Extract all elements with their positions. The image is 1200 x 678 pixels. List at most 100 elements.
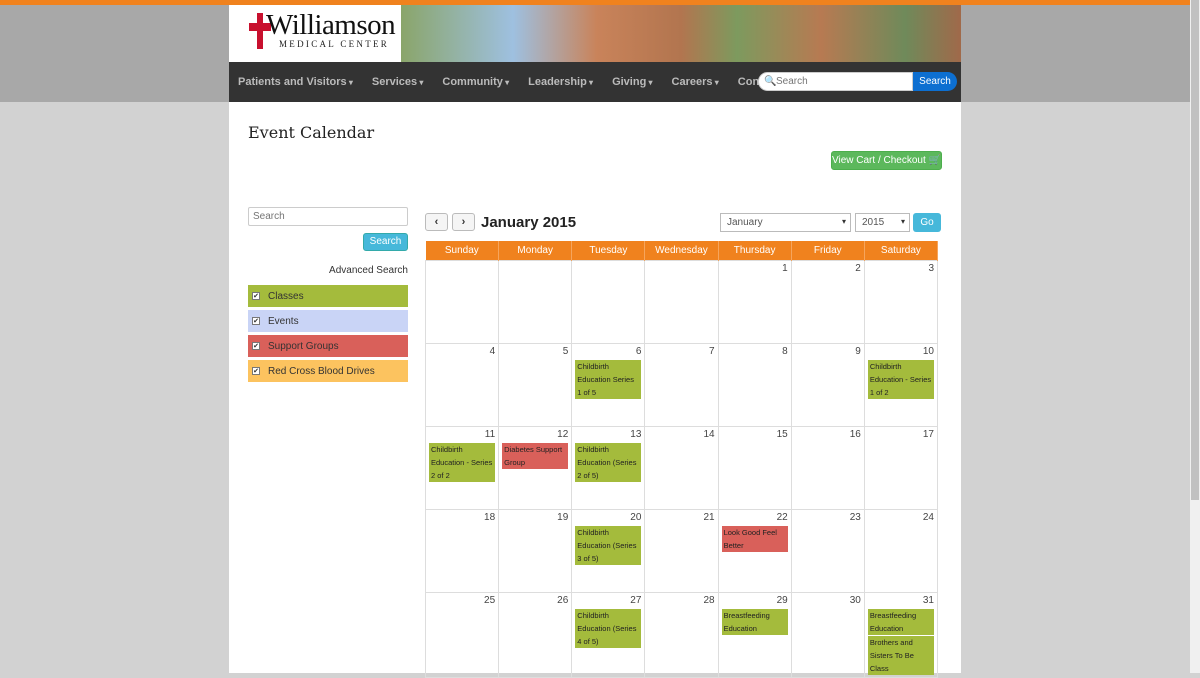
day-cell[interactable]: 19 (498, 508, 573, 593)
day-cell[interactable]: 11 Childbirth Education - Series 2 of 2 (424, 425, 500, 510)
go-button[interactable]: Go (913, 213, 941, 232)
calendar-event[interactable]: Breastfeeding Education (721, 608, 788, 635)
day-number: 24 (922, 511, 934, 523)
filter-label: Classes (268, 290, 304, 302)
logo[interactable]: Williamson MEDICAL CENTER (229, 5, 401, 62)
day-cell[interactable] (644, 259, 719, 344)
year-select[interactable]: 2015 (855, 213, 910, 232)
nav-item-patients-and-visitors[interactable]: Patients and Visitors (238, 76, 353, 88)
day-number: 31 (922, 594, 934, 606)
logo-subtitle: MEDICAL CENTER (279, 39, 390, 49)
calendar-event[interactable]: Look Good Feel Better (721, 525, 788, 552)
day-cell[interactable]: 24 (863, 508, 939, 593)
day-cell[interactable]: 26 (498, 591, 573, 678)
filter-label: Events (268, 315, 299, 327)
day-cell[interactable]: 3 (863, 259, 939, 344)
site-header: Williamson MEDICAL CENTER (229, 5, 961, 62)
day-number: 9 (855, 345, 861, 357)
nav-item-giving[interactable]: Giving (612, 76, 652, 88)
calendar-event[interactable]: Childbirth Education (Series 2 of 5) (575, 442, 642, 482)
nav-search-input[interactable] (758, 72, 913, 91)
day-cell[interactable]: 12 Diabetes Support Group (498, 425, 573, 510)
day-cell[interactable]: 6 Childbirth Education Series 1 of 5 (571, 342, 646, 427)
day-cell[interactable]: 2 (790, 259, 865, 344)
calendar-event[interactable]: Breastfeeding Education (867, 608, 934, 635)
nav-item-community[interactable]: Community (442, 76, 509, 88)
day-cell[interactable] (571, 259, 646, 344)
day-number: 25 (484, 594, 496, 606)
nav-item-services[interactable]: Services (372, 76, 424, 88)
day-number: 1 (782, 262, 788, 274)
filter-events[interactable]: ✔ Events (248, 310, 408, 332)
day-cell[interactable]: 9 (790, 342, 865, 427)
nav-search-button[interactable]: Search (913, 72, 957, 91)
day-number: 21 (703, 511, 715, 523)
next-month-button[interactable]: › (452, 213, 475, 231)
day-cell[interactable]: 13 Childbirth Education (Series 2 of 5) (571, 425, 646, 510)
view-cart-button[interactable]: View Cart / Checkout 🛒 (831, 151, 942, 170)
event-search-input[interactable] (248, 207, 408, 226)
day-cell[interactable]: 16 (790, 425, 865, 510)
day-cell[interactable] (424, 259, 500, 344)
day-cell[interactable]: 29 Breastfeeding Education (717, 591, 792, 678)
day-cell[interactable]: 20 Childbirth Education (Series 3 of 5) (571, 508, 646, 593)
filter-support-groups[interactable]: ✔ Support Groups (248, 335, 408, 357)
day-cell[interactable]: 22 Look Good Feel Better (717, 508, 792, 593)
day-cell[interactable]: 17 (863, 425, 939, 510)
day-number: 13 (630, 428, 642, 440)
checkbox-checked-icon[interactable]: ✔ (252, 317, 260, 325)
day-number: 26 (557, 594, 569, 606)
nav-item-careers[interactable]: Careers (672, 76, 719, 88)
event-search-button[interactable]: Search (363, 233, 408, 251)
calendar-event[interactable]: Brothers and Sisters To Be Class (867, 635, 934, 675)
day-cell[interactable]: 18 (424, 508, 500, 593)
calendar-event[interactable]: Childbirth Education (Series 3 of 5) (575, 525, 642, 565)
calendar-event[interactable]: Childbirth Education - Series 2 of 2 (429, 442, 495, 482)
filter-classes[interactable]: ✔ Classes (248, 285, 408, 307)
calendar-event[interactable]: Childbirth Education (Series 4 of 5) (575, 608, 642, 648)
day-number (429, 263, 495, 276)
advanced-search-link[interactable]: Advanced Search (248, 265, 408, 276)
calendar-week: 18 19 20 Childbirth Education (Series 3 of … (424, 508, 939, 593)
day-number: 12 (557, 428, 569, 440)
day-number: 17 (922, 428, 934, 440)
header-photo (401, 5, 961, 62)
day-cell[interactable] (498, 259, 573, 344)
nav-item-leadership[interactable]: Leadership (528, 76, 593, 88)
checkbox-checked-icon[interactable]: ✔ (252, 292, 260, 300)
scrollbar-thumb[interactable] (1191, 0, 1199, 500)
checkbox-checked-icon[interactable]: ✔ (252, 367, 260, 375)
checkbox-checked-icon[interactable]: ✔ (252, 342, 260, 350)
calendar-event[interactable]: Diabetes Support Group (502, 442, 569, 469)
month-select[interactable]: January (720, 213, 851, 232)
nav-search: 🔍 Search (758, 72, 957, 91)
day-cell[interactable]: 14 (644, 425, 719, 510)
page-container: Williamson MEDICAL CENTER Patients and V… (229, 5, 961, 678)
day-number: 27 (630, 594, 642, 606)
day-cell[interactable]: 1 (717, 259, 792, 344)
calendar-week: 11 Childbirth Education - Series 2 of 2 12… (424, 425, 939, 510)
day-cell[interactable]: 7 (644, 342, 719, 427)
calendar-event[interactable]: Childbirth Education - Series 1 of 2 (867, 359, 934, 399)
day-cell[interactable]: 8 (717, 342, 792, 427)
day-cell[interactable]: 23 (790, 508, 865, 593)
day-cell[interactable]: 30 (790, 591, 865, 678)
scrollbar[interactable] (1190, 0, 1200, 673)
calendar-event[interactable]: Childbirth Education Series 1 of 5 (575, 359, 642, 399)
day-cell[interactable]: 21 (644, 508, 719, 593)
day-cell[interactable]: 28 (644, 591, 719, 678)
weekday-tuesday: Tuesday (571, 241, 646, 260)
day-cell[interactable]: 10 Childbirth Education - Series 1 of 2 (863, 342, 939, 427)
prev-month-button[interactable]: ‹ (425, 213, 448, 231)
day-cell[interactable]: 25 (424, 591, 500, 678)
day-number: 4 (489, 345, 496, 357)
day-cell[interactable]: 31 Breastfeeding Education Brothers and Si… (863, 591, 939, 678)
filter-red-cross-blood-drives[interactable]: ✔ Red Cross Blood Drives (248, 360, 408, 382)
day-number: 6 (635, 345, 642, 357)
day-cell[interactable]: 4 (424, 342, 500, 427)
day-cell[interactable]: 15 (717, 425, 792, 510)
day-cell[interactable]: 5 (498, 342, 573, 427)
day-cell[interactable]: 27 Childbirth Education (Series 4 of 5) (571, 591, 646, 678)
day-number: 5 (562, 345, 569, 357)
calendar-nav: ‹ › January 2015 (425, 213, 576, 231)
